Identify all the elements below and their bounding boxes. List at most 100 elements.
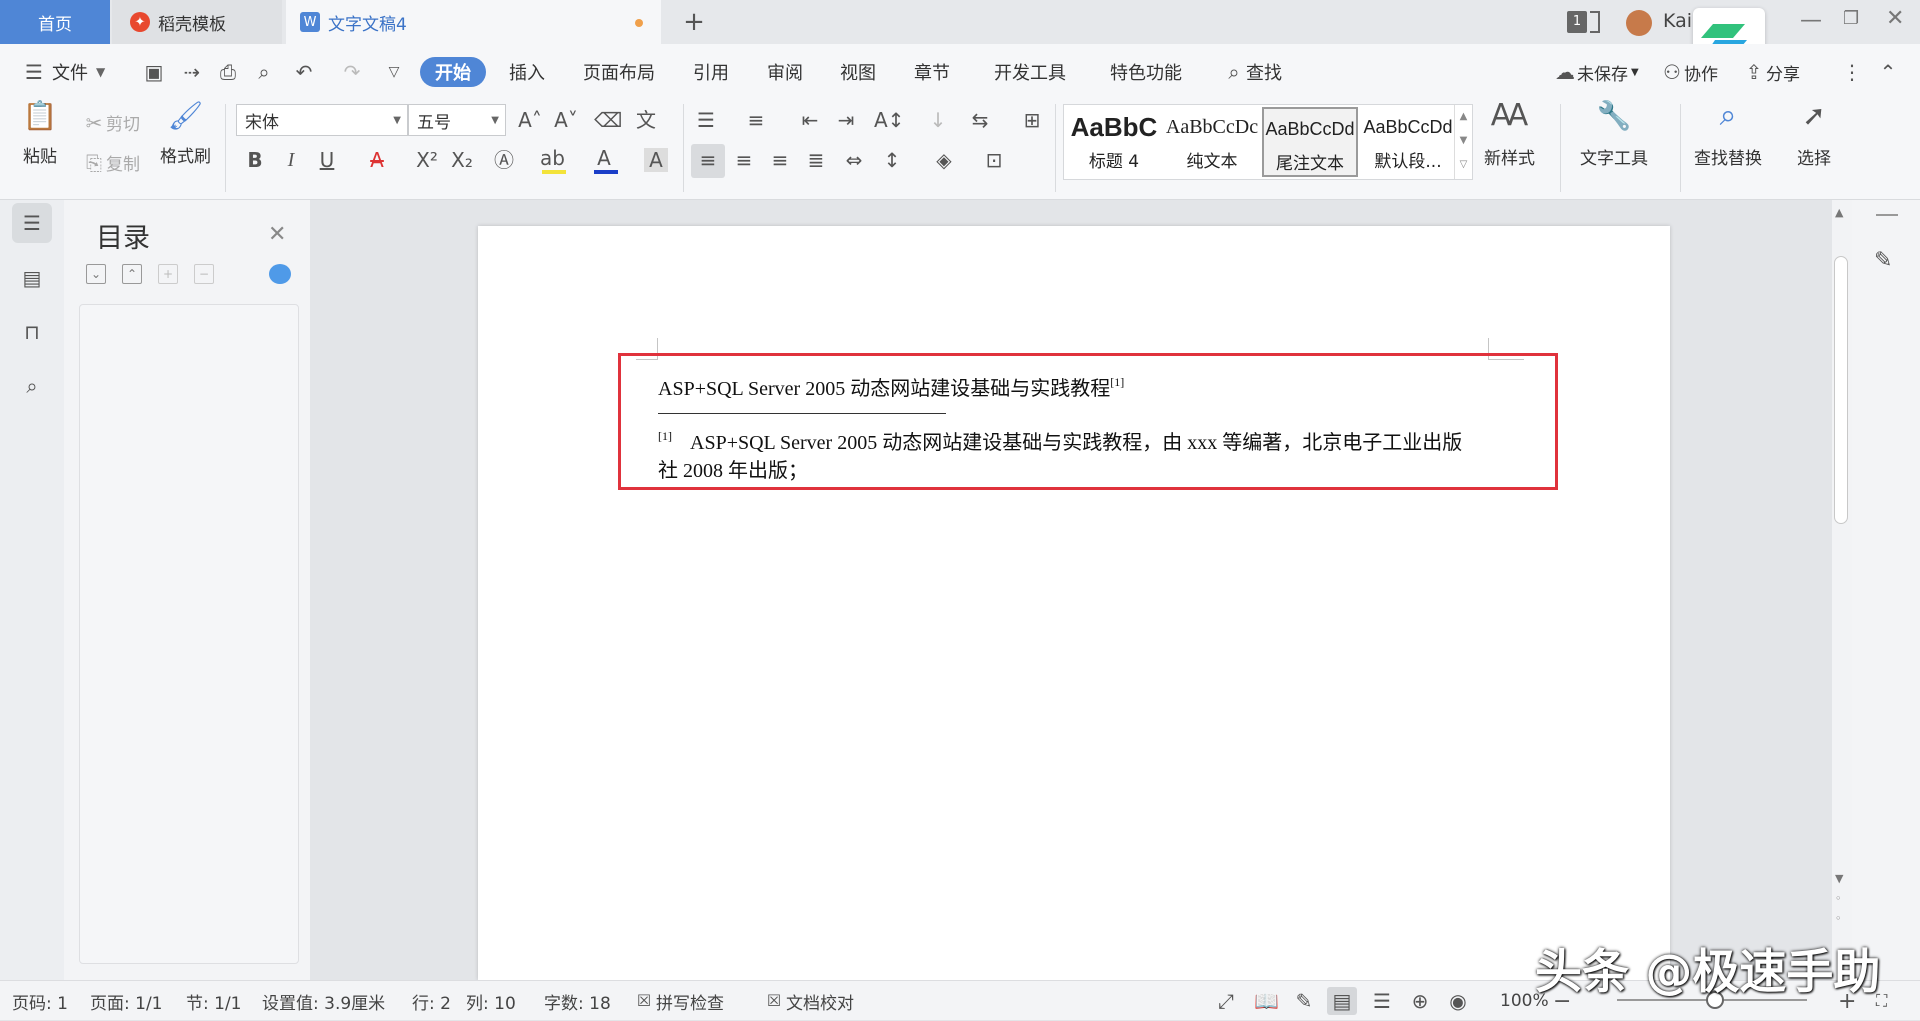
status-pages[interactable]: 页面: 1/1 bbox=[90, 981, 163, 1021]
shrink-font-icon[interactable]: A˅ bbox=[554, 108, 578, 132]
add-heading-icon[interactable]: + bbox=[158, 264, 178, 284]
bold-button[interactable]: B bbox=[243, 148, 267, 172]
restore-button[interactable]: ❐ bbox=[1843, 8, 1859, 29]
tab-insert[interactable]: 插入 bbox=[509, 44, 545, 100]
bullet-list-icon[interactable]: ☰ bbox=[694, 108, 718, 132]
numbered-list-icon[interactable]: ≡ bbox=[744, 108, 768, 132]
print-icon[interactable]: ⎙ bbox=[216, 44, 240, 100]
cut-button[interactable]: ✂ 剪切 bbox=[82, 110, 140, 136]
decrease-indent-icon[interactable]: ⇤ bbox=[798, 108, 822, 132]
style-default-paragraph[interactable]: AaBbCcDd 默认段... bbox=[1360, 107, 1456, 177]
superscript-button[interactable]: X² bbox=[415, 148, 439, 172]
style-heading4[interactable]: AaBbC 标题 4 bbox=[1066, 107, 1162, 177]
export-icon[interactable]: ⇢ bbox=[180, 44, 204, 100]
undo-icon[interactable]: ↶ bbox=[292, 44, 316, 100]
status-row[interactable]: 行: 2 bbox=[412, 981, 451, 1021]
footnote-reference[interactable]: [1] bbox=[1110, 375, 1124, 389]
file-menu[interactable]: ☰ 文件 ▼ bbox=[22, 44, 105, 100]
sort-icon[interactable]: ↓ bbox=[926, 108, 950, 132]
expand-all-icon[interactable]: ⌄ bbox=[86, 264, 106, 284]
toc-panel-icon[interactable]: ☰ bbox=[12, 203, 52, 243]
window-count-badge[interactable]: 1 bbox=[1567, 11, 1587, 33]
underline-button[interactable]: U bbox=[315, 148, 339, 172]
prev-page-icon[interactable]: ◦ bbox=[1835, 892, 1842, 905]
tab-references[interactable]: 引用 bbox=[693, 44, 729, 100]
scroll-down-icon[interactable]: ▼ bbox=[1835, 872, 1843, 885]
remove-heading-icon[interactable]: − bbox=[194, 264, 214, 284]
collapse-all-icon[interactable]: ⌃ bbox=[122, 264, 142, 284]
read-mode-icon[interactable]: 📖 bbox=[1254, 981, 1279, 1021]
paste-button[interactable]: 📋 粘贴 bbox=[18, 102, 62, 168]
status-words[interactable]: 字数: 18 bbox=[544, 981, 611, 1021]
paragraph-spacing-icon[interactable]: ↕ bbox=[880, 148, 904, 172]
more-menu-icon[interactable]: ⋮ bbox=[1840, 44, 1864, 100]
justify-button[interactable]: ≣ bbox=[804, 148, 828, 172]
footnote-line-2[interactable]: 社 2008 年出版； bbox=[658, 454, 808, 483]
align-right-button[interactable]: ≡ bbox=[768, 148, 792, 172]
font-color-button[interactable]: A bbox=[592, 146, 616, 170]
status-setting[interactable]: 设置值: 3.9厘米 bbox=[262, 981, 385, 1021]
edit-pen-icon[interactable]: ✎ bbox=[1874, 248, 1892, 273]
text-direction-icon[interactable]: A↕ bbox=[874, 108, 904, 132]
format-painter-button[interactable]: 🖌 格式刷 bbox=[160, 102, 211, 168]
save-icon[interactable]: ▣ bbox=[142, 44, 166, 100]
tab-chapter[interactable]: 章节 bbox=[914, 44, 950, 100]
close-icon[interactable]: ✕ bbox=[268, 222, 286, 247]
style-gallery-scroll[interactable]: ▲ ▼ ▽ bbox=[1454, 105, 1472, 179]
tab-page-layout[interactable]: 页面布局 bbox=[583, 44, 655, 100]
align-left-button[interactable]: ≡ bbox=[696, 148, 720, 172]
clear-format-icon[interactable]: ⌫ bbox=[594, 108, 622, 132]
status-page[interactable]: 页码: 1 bbox=[12, 981, 68, 1021]
spell-check-button[interactable]: ☒ 拼写检查 bbox=[632, 981, 724, 1021]
select-button[interactable]: ➚ 选择 bbox=[1794, 102, 1834, 170]
minimize-button[interactable]: — bbox=[1800, 8, 1822, 33]
grow-font-icon[interactable]: A˄ bbox=[518, 108, 542, 132]
tab-document[interactable]: W 文字文稿4 bbox=[286, 0, 661, 44]
phonetic-icon[interactable]: 文 bbox=[634, 108, 658, 132]
new-tab-button[interactable]: + bbox=[676, 0, 712, 44]
borders-icon[interactable]: ⊡ bbox=[982, 148, 1006, 172]
font-size-select[interactable]: 五号 ▼ bbox=[408, 104, 506, 136]
tab-home[interactable]: 首页 bbox=[0, 0, 110, 44]
tab-developer[interactable]: 开发工具 bbox=[994, 44, 1066, 100]
line-spacing-icon[interactable]: ⇆ bbox=[968, 108, 992, 132]
footnote-line-1[interactable]: [1] ASP+SQL Server 2005 动态网站建设基础与实践教程，由 x… bbox=[658, 426, 1462, 455]
outline-icon[interactable]: ▤ bbox=[12, 258, 52, 298]
style-endnote-text[interactable]: AaBbCcDd 尾注文本 bbox=[1262, 107, 1358, 177]
new-style-button[interactable]: Ꜳ 新样式 bbox=[1484, 101, 1535, 170]
tab-special[interactable]: 特色功能 bbox=[1110, 44, 1182, 100]
close-window-button[interactable]: ✕ bbox=[1886, 6, 1904, 31]
collapse-ribbon-icon[interactable]: ⌃ bbox=[1876, 44, 1900, 100]
smart-toc-icon[interactable] bbox=[269, 264, 291, 284]
tab-template[interactable]: ✦ 稻壳模板 bbox=[112, 0, 282, 44]
document-title-line[interactable]: ASP+SQL Server 2005 动态网站建设基础与实践教程[1] bbox=[658, 372, 1124, 401]
align-center-button[interactable]: ≡ bbox=[732, 148, 756, 172]
font-family-select[interactable]: 宋体 ▼ bbox=[236, 104, 408, 136]
next-page-icon[interactable]: ◦ bbox=[1835, 912, 1842, 925]
tab-start[interactable]: 开始 bbox=[420, 57, 486, 87]
scrollbar-thumb[interactable] bbox=[1834, 256, 1848, 524]
highlight-button[interactable]: ab bbox=[540, 146, 565, 170]
web-view-icon[interactable]: ⊕ bbox=[1408, 981, 1432, 1021]
text-tools-button[interactable]: 🔧 文字工具 bbox=[1580, 102, 1648, 170]
tab-view[interactable]: 视图 bbox=[840, 44, 876, 100]
shading-icon[interactable]: ◈ bbox=[932, 148, 956, 172]
outline-view-icon[interactable]: ☰ bbox=[1370, 981, 1394, 1021]
collab-button[interactable]: ⚇ 协作 bbox=[1660, 44, 1718, 100]
redo-icon[interactable]: ↷ bbox=[340, 44, 364, 100]
write-mode-icon[interactable]: ✎ bbox=[1292, 981, 1316, 1021]
style-plain-text[interactable]: AaBbCcDc 纯文本 bbox=[1164, 107, 1260, 177]
collapse-bar-icon[interactable] bbox=[1876, 214, 1898, 216]
proofread-button[interactable]: ☒ 文档校对 bbox=[762, 981, 854, 1021]
search-button[interactable]: ⌕ 查找 bbox=[1222, 44, 1282, 100]
strikethrough-button[interactable]: A bbox=[365, 148, 389, 172]
share-button[interactable]: ⇪ 分享 bbox=[1742, 44, 1800, 100]
increase-indent-icon[interactable]: ⇥ bbox=[834, 108, 858, 132]
eye-protect-icon[interactable]: ◉ bbox=[1446, 981, 1470, 1021]
avatar[interactable] bbox=[1626, 10, 1652, 36]
unsaved-status[interactable]: ☁ 未保存 ▼ bbox=[1553, 44, 1639, 100]
more-quick-icon[interactable]: ▽ bbox=[382, 44, 406, 100]
text-effect-button[interactable]: Ⓐ bbox=[492, 148, 516, 172]
char-shading-button[interactable]: A bbox=[644, 148, 668, 172]
print-preview-icon[interactable]: ⌕ bbox=[252, 44, 276, 100]
